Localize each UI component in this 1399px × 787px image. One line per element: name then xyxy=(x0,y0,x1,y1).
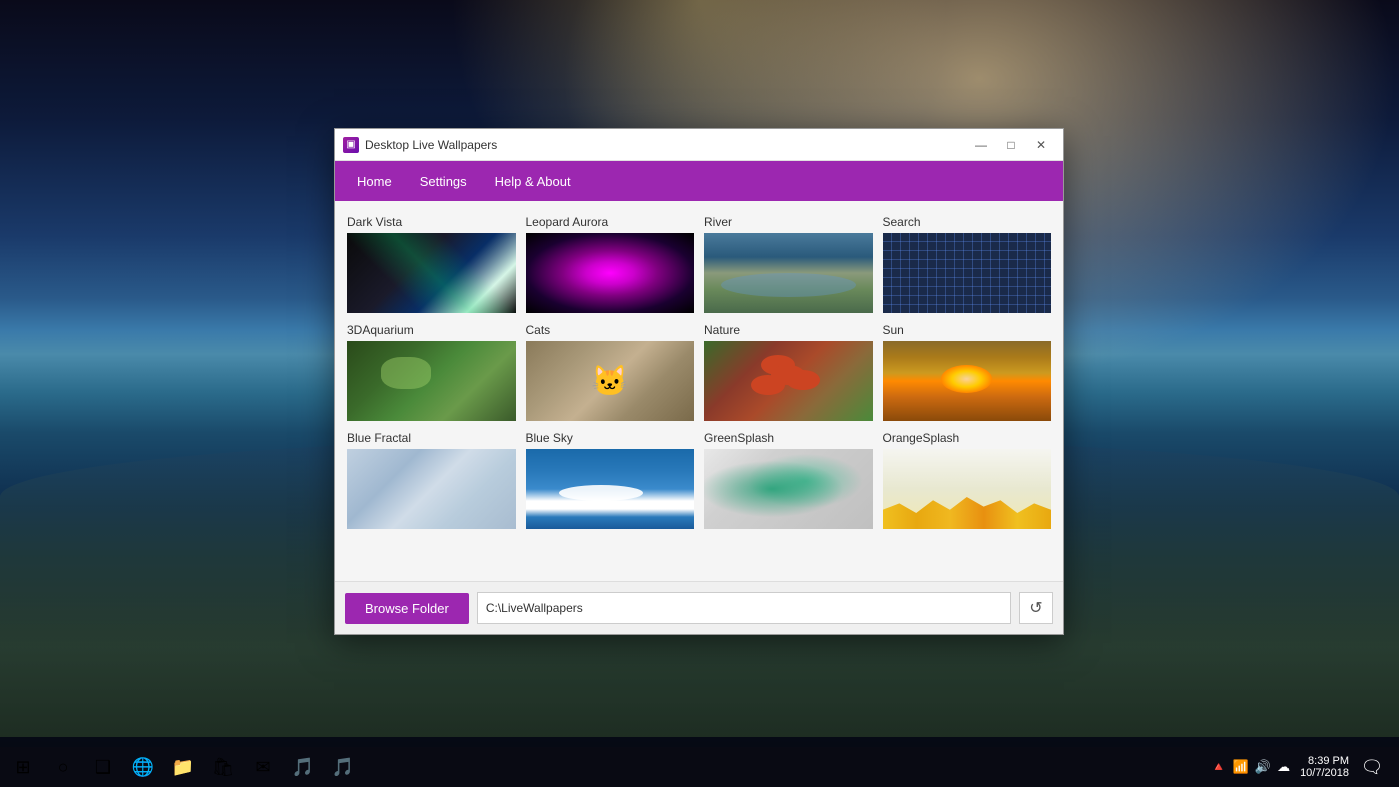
refresh-icon: ↺ xyxy=(1029,598,1042,618)
wallpaper-item-3daquarium[interactable]: 3DAquarium xyxy=(347,323,516,421)
wallpaper-item-greensplash[interactable]: GreenSplash xyxy=(704,431,873,529)
systray-volume-icon: 🔊 xyxy=(1255,759,1271,775)
search-button[interactable]: ○ xyxy=(44,747,82,787)
wallpaper-thumb-dark-vista xyxy=(347,233,516,313)
systray-arrow[interactable]: 🔺 xyxy=(1211,759,1227,775)
wallpaper-thumb-blue-sky xyxy=(526,449,695,529)
wallpaper-item-cats[interactable]: Cats xyxy=(526,323,695,421)
wallpaper-thumb-search xyxy=(883,233,1052,313)
taskbar-groove-icon[interactable]: 🎵 xyxy=(284,747,322,787)
wallpaper-item-search[interactable]: Search xyxy=(883,215,1052,313)
wallpaper-item-nature[interactable]: Nature xyxy=(704,323,873,421)
systray-network-icon: 📶 xyxy=(1233,759,1249,775)
wallpaper-item-river[interactable]: River xyxy=(704,215,873,313)
wallpaper-thumb-cats xyxy=(526,341,695,421)
content-area: Dark Vista Leopard Aurora River Search 3DAqu… xyxy=(335,201,1063,581)
close-button[interactable]: ✕ xyxy=(1027,135,1055,155)
window-controls: — □ ✕ xyxy=(967,135,1055,155)
notification-bell: 🗨 xyxy=(1361,757,1384,778)
taskbar-mail-icon[interactable]: ✉ xyxy=(244,747,282,787)
menu-item-home[interactable]: Home xyxy=(343,166,406,197)
minimize-button[interactable]: — xyxy=(967,135,995,155)
wallpaper-thumb-3daquarium xyxy=(347,341,516,421)
notification-icon[interactable]: 🗨 xyxy=(1353,747,1391,787)
wallpaper-label-blue-fractal: Blue Fractal xyxy=(347,431,516,445)
wallpaper-thumb-blue-fractal xyxy=(347,449,516,529)
wallpaper-label-greensplash: GreenSplash xyxy=(704,431,873,445)
menu-bar: Home Settings Help & About xyxy=(335,161,1063,201)
taskbar-chrome-icon[interactable]: 🌐 xyxy=(124,747,162,787)
menu-item-help[interactable]: Help & About xyxy=(481,166,585,197)
taskbar-left: ⊞ ○ ❑ 🌐 📁 🛍 ✉ 🎵 🎵 xyxy=(0,747,366,787)
wallpaper-thumb-leopard-aurora xyxy=(526,233,695,313)
folder-path-input[interactable] xyxy=(477,592,1011,624)
wallpaper-item-blue-sky[interactable]: Blue Sky xyxy=(526,431,695,529)
taskbar-explorer-icon[interactable]: 📁 xyxy=(164,747,202,787)
taskbar-right: 🔺 📶 🔊 ☁ 8:39 PM 10/7/2018 🗨 xyxy=(1197,747,1399,787)
wallpaper-label-river: River xyxy=(704,215,873,229)
refresh-button[interactable]: ↺ xyxy=(1019,592,1053,624)
windows-icon: ⊞ xyxy=(15,757,30,778)
start-button[interactable]: ⊞ xyxy=(4,747,42,787)
clock-time: 8:39 PM xyxy=(1308,755,1349,767)
taskbar-itunes-icon[interactable]: 🎵 xyxy=(324,747,362,787)
taskbar-store-icon[interactable]: 🛍 xyxy=(204,747,242,787)
wallpaper-item-leopard-aurora[interactable]: Leopard Aurora xyxy=(526,215,695,313)
wallpaper-label-cats: Cats xyxy=(526,323,695,337)
systray-cloud-icon: ☁ xyxy=(1277,759,1290,775)
wallpaper-item-orangesplash[interactable]: OrangeSplash xyxy=(883,431,1052,529)
wallpaper-thumb-nature xyxy=(704,341,873,421)
clock-date: 10/7/2018 xyxy=(1300,767,1349,779)
task-view-button[interactable]: ❑ xyxy=(84,747,122,787)
taskbar: ⊞ ○ ❑ 🌐 📁 🛍 ✉ 🎵 🎵 🔺 📶 🔊 ☁ 8:39 PM 10/7/2… xyxy=(0,747,1399,787)
browse-folder-button[interactable]: Browse Folder xyxy=(345,593,469,624)
wallpaper-label-sun: Sun xyxy=(883,323,1052,337)
wallpaper-grid: Dark Vista Leopard Aurora River Search 3DAqu… xyxy=(345,211,1053,533)
title-bar: ▣ Desktop Live Wallpapers — □ ✕ xyxy=(335,129,1063,161)
maximize-button[interactable]: □ xyxy=(997,135,1025,155)
wallpaper-item-dark-vista[interactable]: Dark Vista xyxy=(347,215,516,313)
wallpaper-grid-container[interactable]: Dark Vista Leopard Aurora River Search 3DAqu… xyxy=(345,211,1053,571)
wallpaper-label-orangesplash: OrangeSplash xyxy=(883,431,1052,445)
wallpaper-label-3daquarium: 3DAquarium xyxy=(347,323,516,337)
wallpaper-label-leopard-aurora: Leopard Aurora xyxy=(526,215,695,229)
wallpaper-thumb-sun xyxy=(883,341,1052,421)
systray: 🔺 📶 🔊 ☁ xyxy=(1205,759,1297,775)
wallpaper-thumb-orangesplash xyxy=(883,449,1052,529)
wallpaper-label-search: Search xyxy=(883,215,1052,229)
task-view-icon: ❑ xyxy=(95,757,111,778)
search-icon: ○ xyxy=(58,757,69,778)
taskbar-clock[interactable]: 8:39 PM 10/7/2018 xyxy=(1300,755,1349,779)
wallpaper-label-dark-vista: Dark Vista xyxy=(347,215,516,229)
window-title: Desktop Live Wallpapers xyxy=(365,138,967,152)
wallpaper-item-blue-fractal[interactable]: Blue Fractal xyxy=(347,431,516,529)
app-window: ▣ Desktop Live Wallpapers — □ ✕ Home Set… xyxy=(334,128,1064,635)
wallpaper-label-nature: Nature xyxy=(704,323,873,337)
menu-item-settings[interactable]: Settings xyxy=(406,166,481,197)
wallpaper-thumb-river xyxy=(704,233,873,313)
app-icon: ▣ xyxy=(343,137,359,153)
bottom-bar: Browse Folder ↺ xyxy=(335,581,1063,634)
wallpaper-label-blue-sky: Blue Sky xyxy=(526,431,695,445)
wallpaper-item-sun[interactable]: Sun xyxy=(883,323,1052,421)
wallpaper-thumb-greensplash xyxy=(704,449,873,529)
